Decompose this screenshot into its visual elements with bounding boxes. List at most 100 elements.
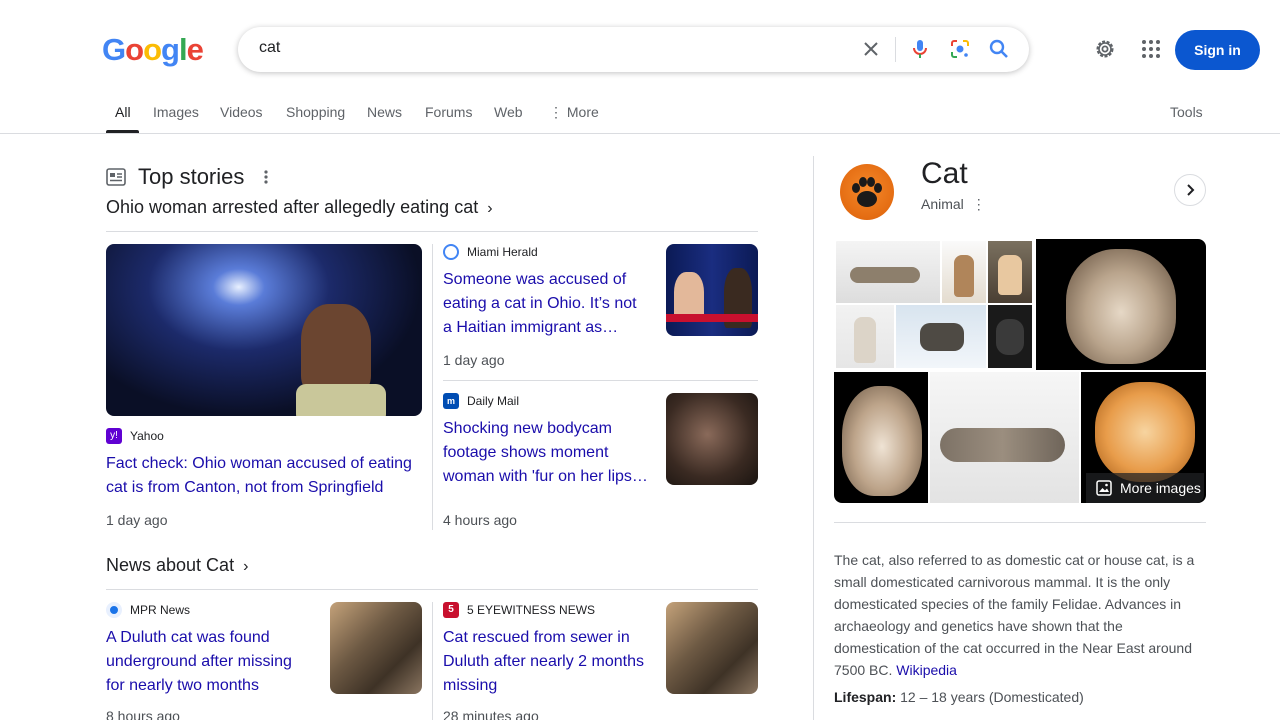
tools-button[interactable]: Tools — [1170, 104, 1203, 120]
source-name: 5 EYEWITNESS NEWS — [467, 603, 596, 617]
lifespan-value: 12 – 18 years (Domesticated) — [900, 689, 1084, 705]
logo-letter: e — [186, 32, 204, 67]
newspaper-icon — [106, 168, 126, 186]
tab-shopping[interactable]: Shopping — [286, 104, 345, 120]
title-line: underground after missing — [106, 653, 292, 670]
column-divider — [432, 602, 433, 720]
more-options-icon[interactable]: ⋮ — [972, 196, 986, 212]
news-about-title: News about Cat — [106, 555, 235, 575]
tab-images[interactable]: Images — [153, 104, 199, 120]
entity-type: Animal — [921, 196, 964, 212]
story-time: 1 day ago — [443, 352, 505, 368]
title-line: Shocking new bodycam — [443, 420, 612, 437]
person-figure — [301, 304, 371, 394]
story-image-bodycam[interactable] — [106, 244, 422, 416]
cat-face — [842, 386, 922, 496]
search-box[interactable]: cat — [238, 27, 1029, 72]
story-title-link[interactable]: Someone was accused of eating a cat in O… — [443, 268, 653, 340]
title-line: for nearly two months — [106, 677, 259, 694]
kp-expand-button[interactable] — [1174, 174, 1206, 206]
search-icon[interactable] — [987, 37, 1011, 61]
news-about-cat-link[interactable]: News about Cat › — [106, 555, 248, 576]
story-time: 4 hours ago — [443, 512, 517, 528]
settings-gear-icon[interactable] — [1093, 37, 1117, 61]
story-image-cat[interactable] — [666, 602, 758, 694]
logo-letter: o — [125, 32, 144, 67]
title-line: footage shows moment — [443, 444, 609, 461]
apps-grid-icon[interactable] — [1139, 37, 1163, 61]
cat-image-collage[interactable] — [834, 239, 1032, 370]
title-line: a Haitian immigrant as… — [443, 319, 619, 336]
tab-more[interactable]: ⋮ More — [549, 104, 599, 121]
eyewitness-logo-icon: 5 — [443, 602, 459, 618]
globe-icon — [443, 244, 459, 260]
image-icon — [1096, 480, 1112, 496]
story-image-face[interactable] — [666, 393, 758, 485]
story-time: 28 minutes ago — [443, 708, 539, 720]
story-source: MPR News — [106, 602, 190, 618]
voice-search-icon[interactable] — [908, 37, 932, 61]
tab-web[interactable]: Web — [494, 104, 523, 120]
tab-forums[interactable]: Forums — [425, 104, 472, 120]
story-title-link[interactable]: Cat rescued from sewer in Duluth after n… — [443, 626, 653, 698]
search-tabs: All Images Videos Shopping News Forums W… — [0, 96, 1280, 134]
headline-text: Ohio woman arrested after allegedly eati… — [106, 197, 479, 217]
story-image-debate[interactable] — [666, 244, 758, 336]
search-divider — [895, 37, 896, 62]
tab-more-label: More — [566, 104, 599, 120]
story-title-link[interactable]: Fact check: Ohio woman accused of eating… — [106, 452, 422, 500]
story-title-link[interactable]: Shocking new bodycam footage shows momen… — [443, 417, 653, 489]
divider — [106, 231, 758, 232]
news-ticker — [666, 314, 758, 322]
logo-letter: o — [143, 32, 162, 67]
wikipedia-link[interactable]: Wikipedia — [896, 662, 957, 678]
knowledge-panel-subtitle: Animal ⋮ — [921, 196, 986, 213]
cat-face — [1095, 382, 1195, 482]
cat-image-closeup[interactable] — [1036, 239, 1206, 370]
cat-image-kitten[interactable] — [834, 372, 928, 503]
cat-thumbnail — [942, 241, 986, 303]
knowledge-panel-border — [813, 156, 814, 720]
story-image-cat[interactable] — [330, 602, 422, 694]
cat-thumbnail — [988, 241, 1032, 303]
tab-videos[interactable]: Videos — [220, 104, 263, 120]
sign-in-button[interactable]: Sign in — [1175, 30, 1260, 70]
cat-face — [1066, 249, 1176, 364]
description-text: The cat, also referred to as domestic ca… — [834, 552, 1195, 678]
source-name: Miami Herald — [467, 245, 538, 259]
tab-news[interactable]: News — [367, 104, 402, 120]
cat-thumbnail — [988, 305, 1032, 368]
more-images-label: More images — [1120, 480, 1201, 496]
paw-icon — [852, 177, 882, 207]
lifespan-label: Lifespan: — [834, 689, 897, 705]
more-options-icon[interactable] — [260, 169, 272, 185]
cat-image-lying[interactable] — [930, 372, 1079, 503]
top-story-headline[interactable]: Ohio woman arrested after allegedly eati… — [106, 197, 493, 218]
tab-all[interactable]: All — [115, 104, 131, 120]
title-line: A Duluth cat was found — [106, 629, 270, 646]
chevron-right-icon: › — [243, 558, 249, 575]
search-input[interactable]: cat — [259, 39, 280, 57]
story-time: 8 hours ago — [106, 708, 180, 720]
paw-logo — [840, 164, 894, 220]
column-divider — [432, 244, 433, 530]
clear-icon[interactable] — [859, 37, 883, 61]
title-line: eating a cat in Ohio. It’s not — [443, 295, 637, 312]
top-stories-title: Top stories — [138, 164, 245, 189]
story-title-link[interactable]: A Duluth cat was found underground after… — [106, 626, 316, 698]
cat-body — [940, 428, 1065, 462]
chevron-right-icon: › — [487, 200, 493, 217]
more-images-button[interactable]: More images — [1086, 473, 1204, 503]
title-line: Duluth after nearly 2 months — [443, 653, 644, 670]
lens-icon[interactable] — [948, 37, 972, 61]
google-logo[interactable]: Google — [102, 32, 204, 68]
dailymail-logo-icon: m — [443, 393, 459, 409]
divider — [443, 380, 758, 381]
divider — [106, 589, 758, 590]
title-line: Someone was accused of — [443, 271, 627, 288]
logo-letter: l — [178, 32, 188, 67]
story-time: 1 day ago — [106, 512, 168, 528]
story-source: 5 5 EYEWITNESS NEWS — [443, 602, 595, 618]
kp-description: The cat, also referred to as domestic ca… — [834, 549, 1206, 681]
mpr-logo-icon — [106, 602, 122, 618]
